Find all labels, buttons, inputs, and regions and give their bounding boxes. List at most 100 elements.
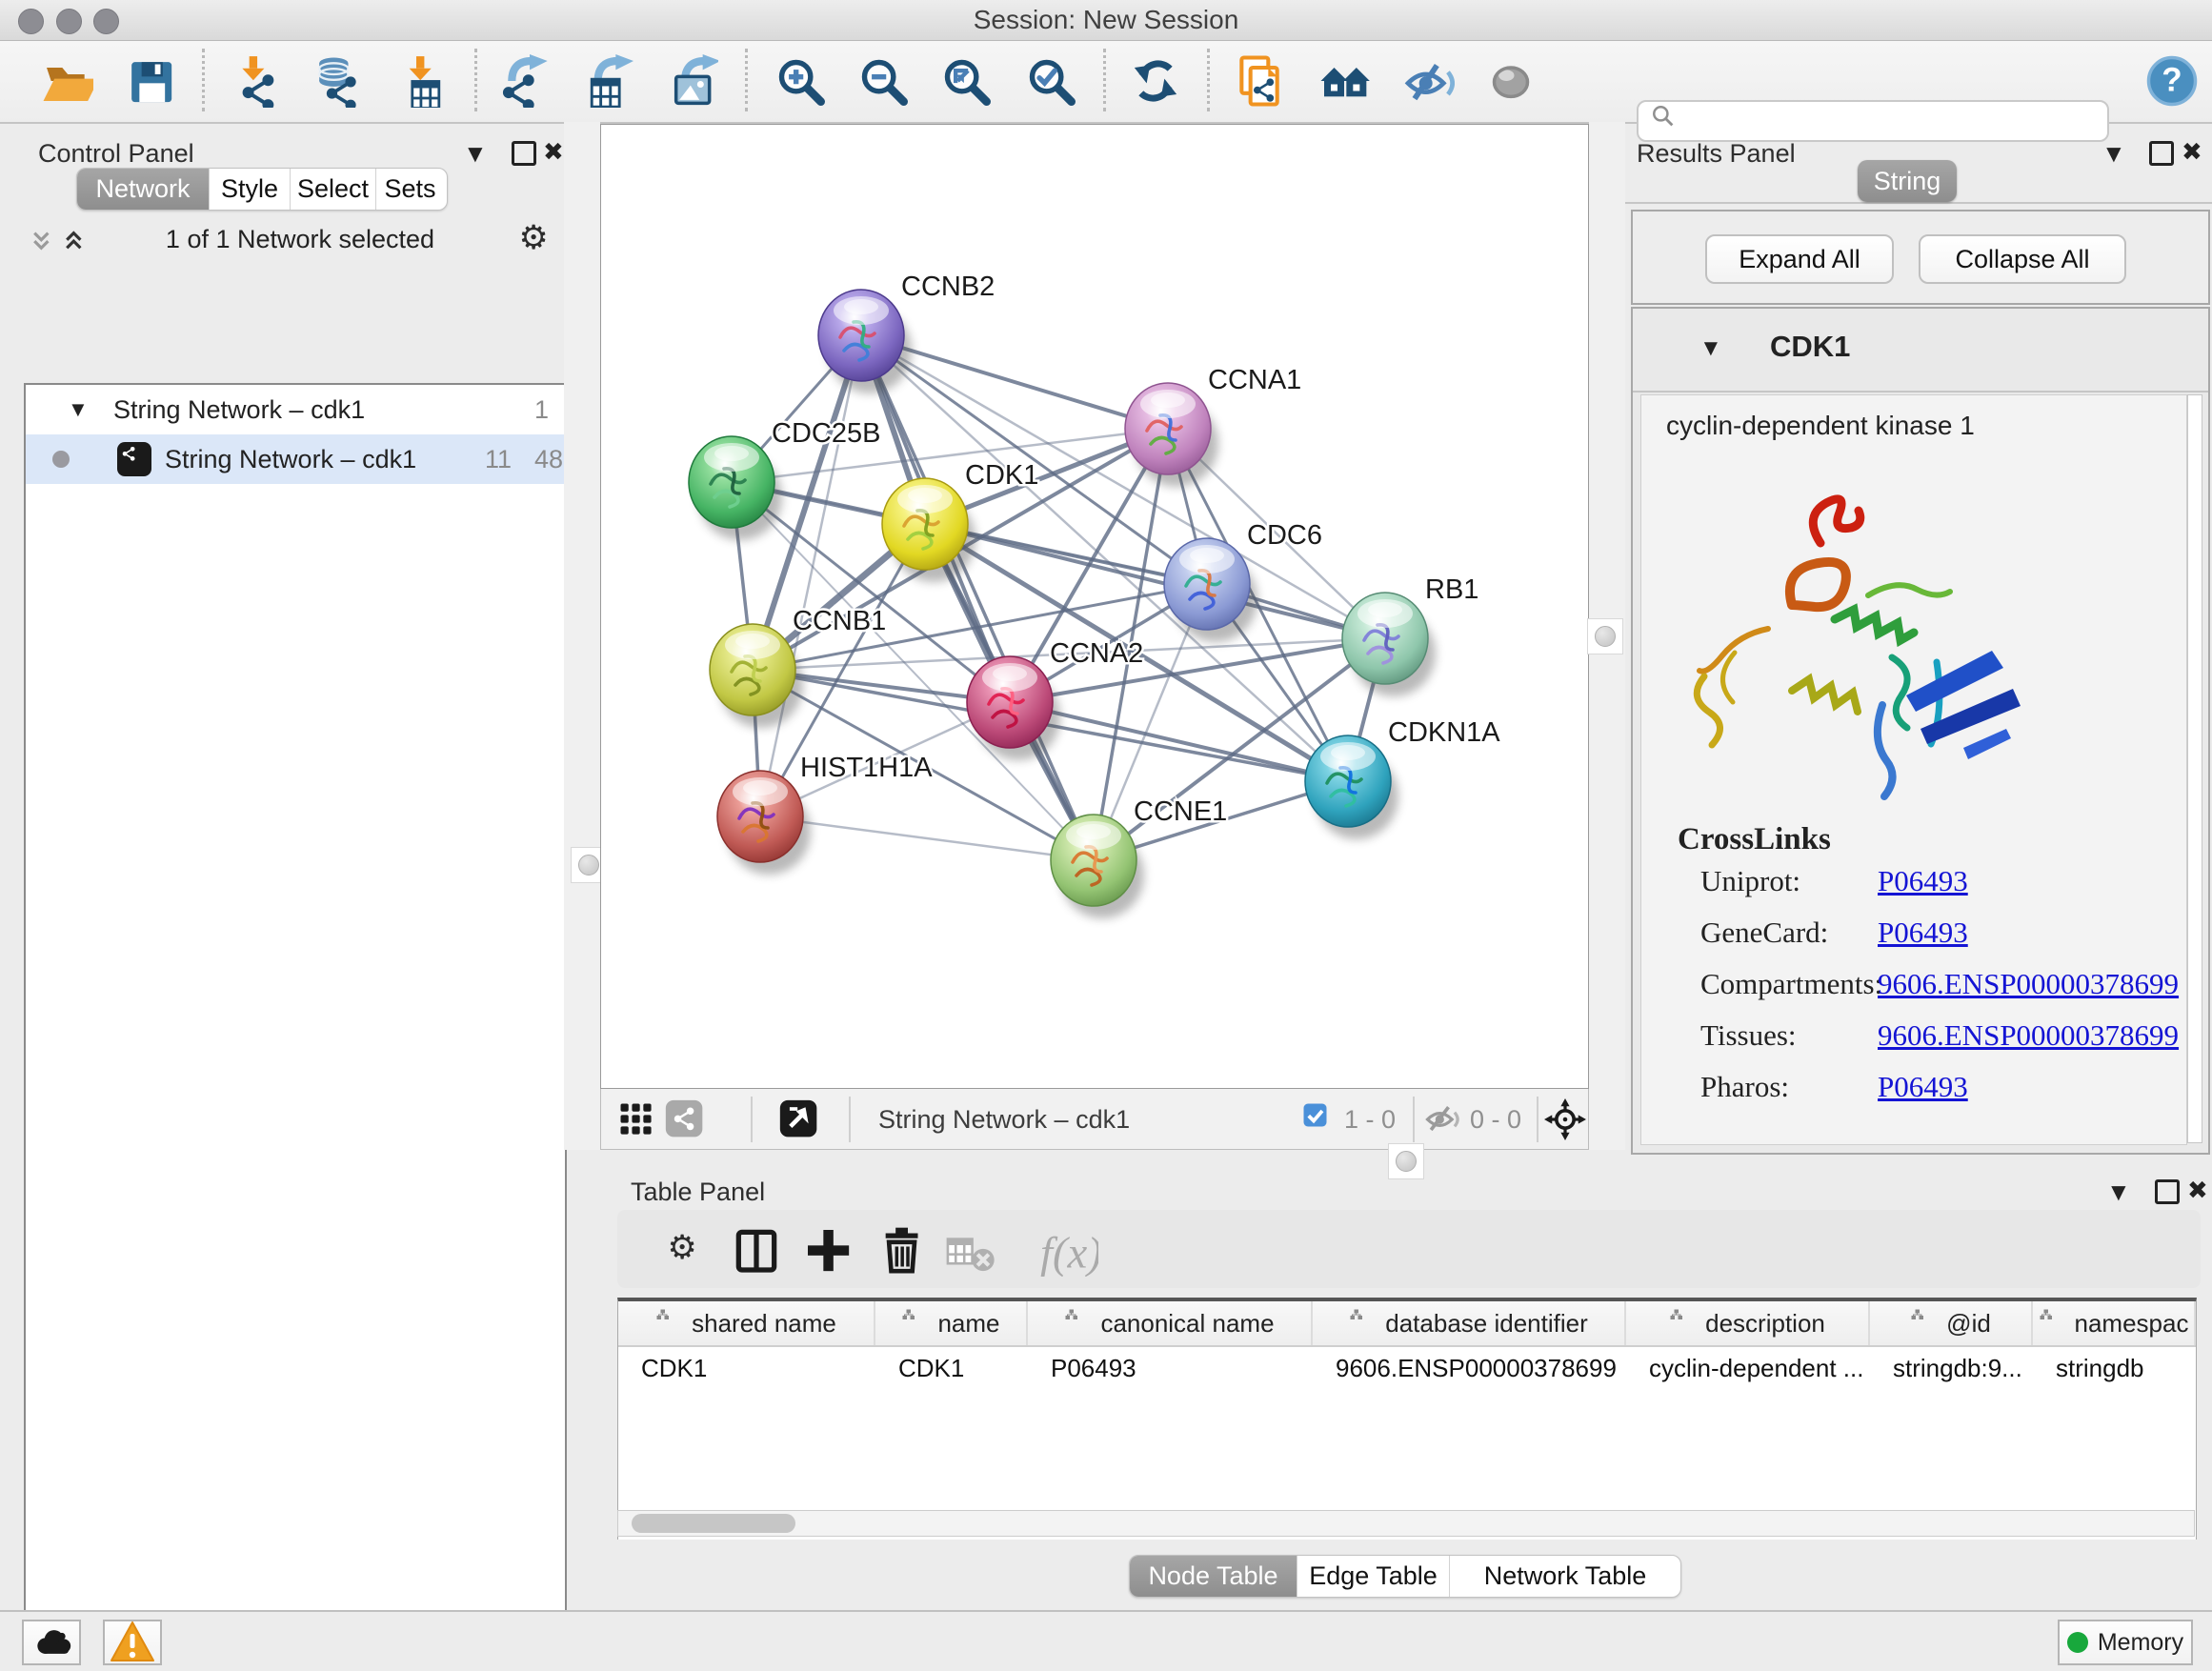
- edge-CCNE1-HIST1H1A[interactable]: [760, 816, 1094, 860]
- svg-text:f(x): f(x): [1040, 1229, 1098, 1277]
- crosslink-value-link[interactable]: P06493: [1878, 864, 1968, 898]
- share-network-icon[interactable]: [664, 1098, 706, 1140]
- table-cell[interactable]: CDK1: [875, 1347, 1028, 1389]
- tab-edge-table[interactable]: Edge Table: [1297, 1556, 1450, 1597]
- warning-button[interactable]: [103, 1620, 162, 1665]
- column-header-name[interactable]: name: [875, 1301, 1028, 1345]
- split-columns-icon[interactable]: [730, 1223, 783, 1277]
- function-icon[interactable]: f(x): [1017, 1223, 1103, 1277]
- zoom-out-icon[interactable]: [856, 54, 910, 108]
- houses-icon[interactable]: [1317, 54, 1371, 108]
- eye-icon[interactable]: [1484, 54, 1538, 108]
- selected-checkbox-icon[interactable]: [1298, 1098, 1340, 1140]
- column-header--id[interactable]: @id: [1870, 1301, 2033, 1345]
- right-splitter-handle[interactable]: [1587, 618, 1623, 654]
- results-scrollbar[interactable]: [2187, 394, 2202, 1143]
- help-button[interactable]: ?: [2145, 54, 2199, 108]
- tab-node-table[interactable]: Node Table: [1130, 1556, 1297, 1597]
- column-header-shared-name[interactable]: shared name: [618, 1301, 875, 1345]
- table-hscrollbar[interactable]: [617, 1510, 2195, 1537]
- node-CDKN1A[interactable]: CDKN1A: [1305, 717, 1500, 839]
- crosslink-value-link[interactable]: P06493: [1878, 1070, 1968, 1104]
- node-CCNB1[interactable]: CCNB1: [710, 606, 886, 728]
- table-cell[interactable]: 9606.ENSP00000378699: [1313, 1347, 1626, 1389]
- cloud-button[interactable]: [22, 1620, 81, 1665]
- memory-status-dot: [2067, 1632, 2088, 1653]
- results-panel-float-icon[interactable]: [2149, 141, 2174, 166]
- entry-collapse-icon[interactable]: ▼: [1699, 335, 1722, 362]
- memory-button[interactable]: Memory: [2058, 1620, 2193, 1665]
- crosslink-value-link[interactable]: P06493: [1878, 916, 1968, 950]
- collapse-all-button[interactable]: Collapse All: [1919, 234, 2126, 284]
- tab-sets[interactable]: Sets: [376, 169, 444, 210]
- zoom-selected-icon[interactable]: [1024, 54, 1077, 108]
- node-CDC6[interactable]: CDC6: [1164, 520, 1322, 642]
- table-hscroll-thumb[interactable]: [632, 1514, 795, 1533]
- import-network-icon[interactable]: [231, 54, 285, 108]
- cytoscape-window: Session: New Session ? Control Panel ▼: [0, 0, 2212, 1671]
- node-CCNE1[interactable]: CCNE1: [1051, 796, 1227, 918]
- table-cell[interactable]: P06493: [1028, 1347, 1313, 1389]
- node-table[interactable]: shared name name canonical name database…: [617, 1298, 2197, 1540]
- network-options-gear-icon[interactable]: ⚙: [514, 219, 556, 266]
- collection-expand-icon[interactable]: ▼: [68, 397, 89, 422]
- expand-all-button[interactable]: Expand All: [1705, 234, 1894, 284]
- import-database-icon[interactable]: [312, 54, 365, 108]
- left-splitter[interactable]: [564, 122, 600, 1150]
- tab-select[interactable]: Select: [291, 169, 376, 210]
- network-row[interactable]: String Network – cdk1 11 48: [26, 434, 565, 484]
- node-HIST1H1A[interactable]: HIST1H1A: [717, 753, 933, 875]
- column-header-canonical-name[interactable]: canonical name: [1028, 1301, 1313, 1345]
- fit-crosshair-icon[interactable]: [1544, 1098, 1586, 1140]
- node-CCNA1[interactable]: CCNA1: [1125, 365, 1301, 487]
- table-cell[interactable]: stringdb:9...: [1870, 1347, 2033, 1389]
- birdseye-grid-icon[interactable]: [615, 1098, 657, 1140]
- tab-network[interactable]: Network: [77, 169, 210, 210]
- column-header-description[interactable]: description: [1626, 1301, 1870, 1345]
- results-panel-menu-icon[interactable]: ▼: [2101, 139, 2126, 169]
- node-CDC25B[interactable]: CDC25B: [689, 418, 880, 540]
- crosslink-value-link[interactable]: 9606.ENSP00000378699: [1878, 967, 2179, 1001]
- table-cell[interactable]: stringdb: [2033, 1347, 2196, 1389]
- control-panel-menu-icon[interactable]: ▼: [463, 139, 488, 169]
- export-network-icon[interactable]: [496, 54, 550, 108]
- tab-network-table[interactable]: Network Table: [1450, 1556, 1680, 1597]
- open-folder-icon[interactable]: [40, 54, 93, 108]
- table-cell[interactable]: cyclin-dependent ...: [1626, 1347, 1870, 1389]
- table-cell[interactable]: CDK1: [618, 1347, 875, 1389]
- network-collection-row[interactable]: ▼ String Network – cdk1 1: [26, 385, 565, 434]
- import-table-icon[interactable]: [396, 54, 450, 108]
- hidden-eye-slash-icon[interactable]: [1422, 1098, 1464, 1140]
- table-panel-float-icon[interactable]: [2155, 1179, 2180, 1204]
- network-canvas[interactable]: CCNB2 CCNA1 CDC25B CDK1 CDC6 RB1 CCNB1: [600, 124, 1589, 1089]
- column-header-database-identifier[interactable]: database identifier: [1313, 1301, 1626, 1345]
- node-CCNB2[interactable]: CCNB2: [818, 272, 995, 393]
- control-panel-float-icon[interactable]: [512, 141, 536, 166]
- gear-icon[interactable]: ⚙: [657, 1223, 711, 1277]
- open-in-window-icon[interactable]: [778, 1098, 820, 1140]
- edge-CCNA2-CDKN1A[interactable]: [1010, 702, 1348, 781]
- edge-CCNB2-HIST1H1A[interactable]: [760, 335, 861, 816]
- node-CDK1[interactable]: CDK1: [882, 460, 1038, 582]
- column-header-namespac[interactable]: namespac: [2033, 1301, 2196, 1345]
- save-floppy-icon[interactable]: [124, 54, 177, 108]
- plus-icon[interactable]: [801, 1223, 855, 1277]
- tab-string[interactable]: String: [1858, 160, 1957, 202]
- table-panel-menu-icon[interactable]: ▼: [2106, 1178, 2131, 1207]
- zoom-in-icon[interactable]: [774, 54, 827, 108]
- share-document-icon[interactable]: [1233, 54, 1286, 108]
- results-buttons-box: Expand All Collapse All: [1631, 210, 2210, 305]
- eye-slash-icon[interactable]: [1401, 54, 1455, 108]
- zoom-fit-icon[interactable]: [939, 54, 993, 108]
- refresh-icon[interactable]: [1129, 54, 1182, 108]
- export-image-icon[interactable]: [665, 54, 718, 108]
- crosslink-value-link[interactable]: 9606.ENSP00000378699: [1878, 1018, 2179, 1053]
- control-panel-close-icon[interactable]: ✖: [543, 137, 564, 167]
- trash-icon[interactable]: [875, 1223, 928, 1277]
- results-panel-close-icon[interactable]: ✖: [2182, 137, 2202, 167]
- tab-style[interactable]: Style: [210, 169, 291, 210]
- delete-table-icon[interactable]: [943, 1223, 996, 1277]
- table-panel-close-icon[interactable]: ✖: [2187, 1176, 2208, 1205]
- node-RB1[interactable]: RB1: [1342, 574, 1478, 696]
- export-table-icon[interactable]: [580, 54, 633, 108]
